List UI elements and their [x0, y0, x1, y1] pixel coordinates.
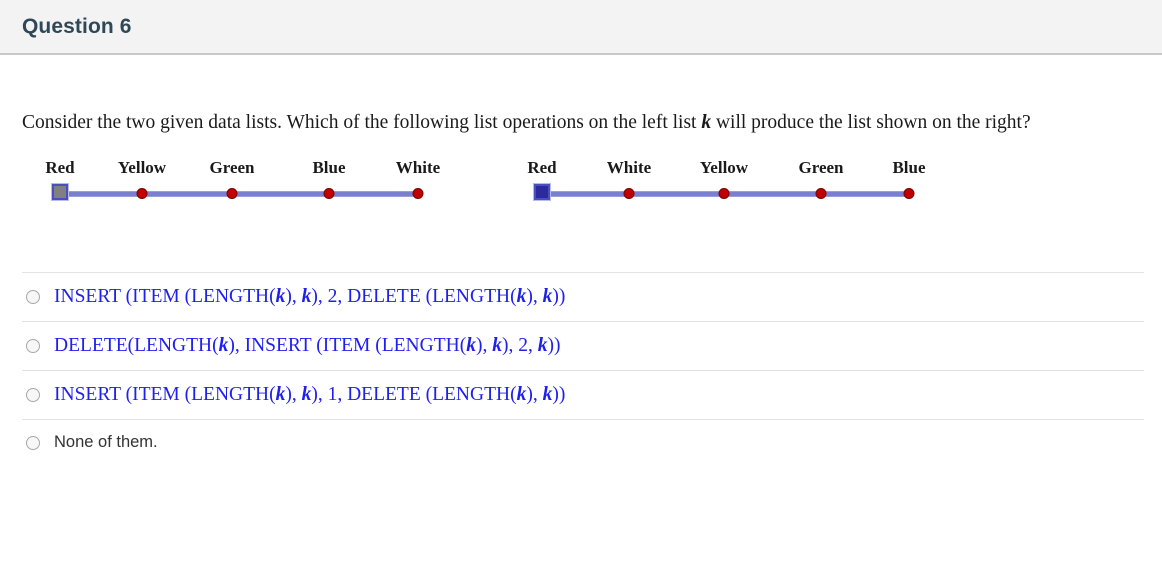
formula-text: ), 1, DELETE (LENGTH( [311, 384, 517, 405]
formula-variable: k [537, 335, 548, 356]
formula-variable: k [516, 384, 527, 405]
list-item-marker-dot [815, 188, 827, 199]
formula-text: ), INSERT (ITEM (LENGTH( [228, 335, 467, 356]
list-item-label: Blue [312, 158, 346, 177]
list-item-label: Red [527, 158, 557, 177]
answer-option-label: INSERT (ITEM (LENGTH(k), k), 1, DELETE (… [54, 384, 565, 406]
list-item-marker-square [52, 184, 68, 200]
radio-button-4[interactable] [26, 435, 40, 450]
list-item-marker-dot [136, 188, 148, 199]
formula-variable: k [466, 335, 476, 356]
list-item-marker-dot [718, 188, 730, 199]
list-item-marker-dot [412, 188, 424, 199]
list-item-label: Green [798, 158, 844, 177]
answer-options: INSERT (ITEM (LENGTH(k), k), 2, DELETE (… [18, 272, 1144, 465]
list-connector-line [60, 191, 418, 197]
formula-text: None of them. [54, 433, 158, 451]
formula-text: )) [547, 335, 561, 356]
formula-text: )) [552, 384, 566, 405]
formula-variable: k [492, 335, 502, 356]
list-item-marker-dot [323, 188, 335, 199]
list-item-label: Blue [892, 158, 926, 177]
question-body: Consider the two given data lists. Which… [0, 112, 1162, 465]
list-diagrams: Red Yellow Green Blue White Red White Yellow Gr… [18, 158, 1144, 266]
list-item-label: Red [45, 158, 75, 177]
formula-text: ), [285, 286, 302, 307]
radio-button-1[interactable] [26, 290, 40, 304]
list-item-label: Yellow [117, 158, 167, 177]
page-title: Question 6 [22, 14, 132, 38]
list-item-label: White [395, 158, 441, 177]
formula-variable: k [301, 384, 312, 405]
prompt-variable: k [701, 112, 712, 133]
formula-text: ), [526, 286, 543, 307]
answer-option-label: DELETE(LENGTH(k), INSERT (ITEM (LENGTH(k… [54, 335, 560, 357]
formula-text: DELETE(LENGTH( [54, 335, 219, 356]
formula-variable: k [218, 335, 229, 356]
question-header: Question 6 [0, 0, 1162, 55]
formula-text: INSERT (ITEM (LENGTH( [54, 286, 276, 307]
list-item-marker-dot [623, 188, 635, 199]
formula-variable: k [301, 286, 312, 307]
list-item-marker-dot [226, 188, 238, 199]
list-item-marker-dot [903, 188, 915, 199]
answer-option-label: None of them. [54, 433, 158, 452]
formula-text: INSERT (ITEM (LENGTH( [54, 384, 276, 405]
formula-text: )) [552, 286, 566, 307]
radio-button-3[interactable] [26, 388, 40, 402]
list-item-marker-square [534, 184, 550, 200]
formula-variable: k [275, 286, 286, 307]
radio-button-2[interactable] [26, 339, 40, 353]
formula-text: ), [526, 384, 543, 405]
formula-text: ), 2, DELETE (LENGTH( [311, 286, 517, 307]
answer-option-2[interactable]: DELETE(LENGTH(k), INSERT (ITEM (LENGTH(k… [22, 321, 1144, 370]
answer-option-3[interactable]: INSERT (ITEM (LENGTH(k), k), 1, DELETE (… [22, 370, 1144, 419]
answer-option-label: INSERT (ITEM (LENGTH(k), k), 2, DELETE (… [54, 286, 565, 308]
list-item-label: Green [209, 158, 255, 177]
formula-text: ), [475, 335, 493, 356]
formula-variable: k [542, 384, 553, 405]
formula-variable: k [516, 286, 527, 307]
prompt-text-before: Consider the two given data lists. Which… [22, 112, 702, 133]
formula-text: ), [285, 384, 302, 405]
list-item-label: White [606, 158, 652, 177]
formula-variable: k [542, 286, 553, 307]
answer-option-4[interactable]: None of them. [22, 419, 1144, 465]
list-item-label: Yellow [699, 158, 749, 177]
formula-text: ), 2, [501, 335, 538, 356]
answer-option-1[interactable]: INSERT (ITEM (LENGTH(k), k), 2, DELETE (… [22, 272, 1144, 321]
prompt-text-after: will produce the list shown on the right… [711, 112, 1031, 133]
question-prompt: Consider the two given data lists. Which… [22, 112, 1144, 134]
formula-variable: k [275, 384, 286, 405]
